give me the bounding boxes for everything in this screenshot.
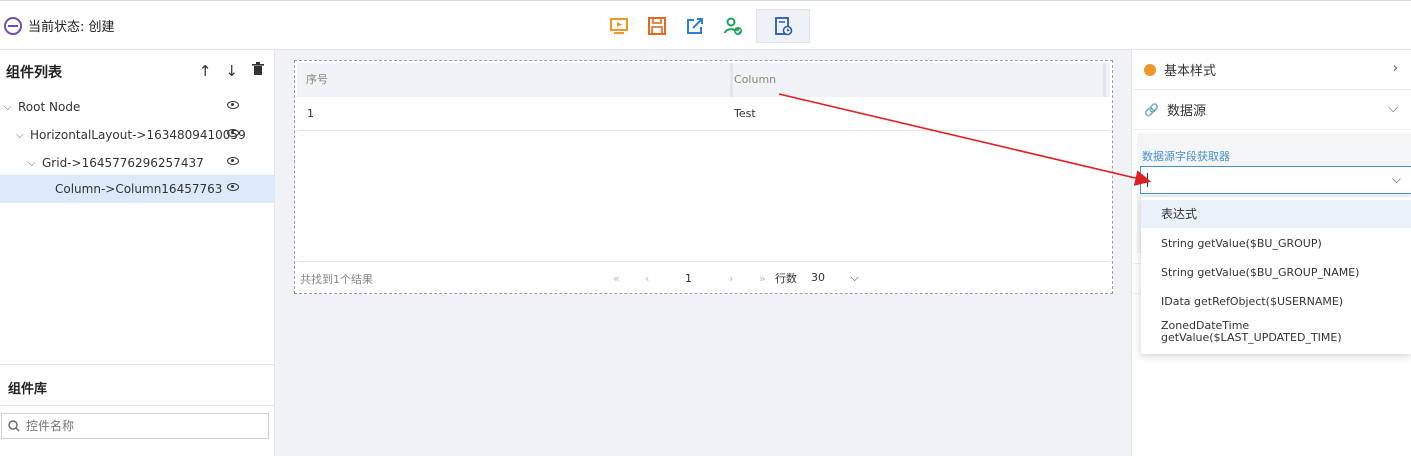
caret-down-icon[interactable]: ⌵ [28, 158, 38, 169]
tree-node-column[interactable]: Column->Column16457763055€ [0, 175, 275, 203]
palette-icon [1144, 63, 1156, 76]
component-list-title: 组件列表 [6, 65, 62, 81]
rows-value: 30 [811, 271, 825, 284]
floppy-disk-icon [648, 17, 666, 35]
section-label: 数据源 [1166, 104, 1206, 119]
visibility-eye-icon[interactable] [227, 101, 239, 109]
prev-page-icon[interactable]: ‹ [645, 272, 685, 285]
caret-down-icon[interactable]: ⌵ [16, 130, 26, 141]
publish-button[interactable] [714, 9, 752, 43]
export-button[interactable] [676, 9, 714, 43]
column-header-column[interactable]: Column [734, 63, 776, 97]
page-number[interactable]: 1 [685, 272, 729, 285]
divider [0, 405, 275, 406]
dropdown-option[interactable]: 表达式 [1141, 200, 1411, 228]
column-divider [1103, 63, 1106, 97]
chevron-right-icon: › [1392, 61, 1398, 76]
history-button[interactable] [756, 9, 810, 43]
field-getter-select[interactable]: ⌵ [1140, 166, 1411, 194]
first-page-icon[interactable]: « [613, 272, 645, 285]
tree-node-label: Root Node [18, 100, 81, 114]
rows-label: 行数 [775, 272, 797, 285]
grid-component[interactable]: 序号 Column 1 Test 共找到1个结果 « ‹ 1 › » 行数 30… [294, 60, 1113, 294]
component-search-box[interactable] [1, 413, 269, 439]
dropdown-option[interactable]: ZonedDateTime getValue($LAST_UPDATED_TIM… [1141, 320, 1411, 350]
field-getter-dropdown: 表达式 String getValue($BU_GROUP) String ge… [1141, 197, 1411, 354]
tree-actions: ↑ ↓ [199, 62, 264, 80]
delete-icon[interactable] [252, 62, 264, 76]
dropdown-option[interactable]: String getValue($BU_GROUP) [1141, 230, 1411, 258]
next-page-icon[interactable]: › [729, 272, 759, 285]
search-icon [8, 420, 20, 432]
rows-per-page-select[interactable]: 30 ⌵ [811, 271, 859, 285]
link-icon: 🔗 [1144, 102, 1159, 117]
column-divider [730, 63, 733, 97]
grid-header: 序号 Column [297, 63, 1110, 97]
top-bar: 当前状态: 创建 [0, 0, 1411, 50]
section-data-source[interactable]: 🔗 数据源 ⌵ [1132, 90, 1411, 130]
document-clock-icon [775, 17, 793, 36]
status-indicator: 当前状态: 创建 [4, 16, 115, 35]
tree-node-label: Grid->1645776296257437 [42, 156, 204, 170]
status-label: 当前状态: 创建 [28, 20, 115, 35]
preview-button[interactable] [600, 9, 638, 43]
play-monitor-icon [610, 18, 628, 34]
pagination: « ‹ 1 › » 行数 30 ⌵ [613, 270, 859, 286]
dropdown-option[interactable]: String getValue($BU_GROUP_NAME) [1141, 259, 1411, 287]
tree-node-grid[interactable]: ⌵ Grid->1645776296257437 [0, 149, 275, 177]
tree-node-horizontal-layout[interactable]: ⌵ HorizontalLayout->1634809410059 [0, 121, 275, 149]
share-export-icon [687, 18, 703, 34]
tree-node-label: HorizontalLayout->1634809410059 [30, 128, 246, 142]
text-cursor [1147, 173, 1148, 187]
divider [0, 364, 275, 365]
save-button[interactable] [638, 9, 676, 43]
visibility-eye-icon[interactable] [227, 157, 239, 165]
chevron-down-icon: ⌵ [850, 271, 859, 284]
component-list-panel: 组件列表 ↑ ↓ ⌵ Root Node ⌵ HorizontalLayout-… [0, 50, 275, 456]
grid-footer: 共找到1个结果 « ‹ 1 › » 行数 30 ⌵ [297, 261, 1110, 292]
dropdown-option[interactable]: IData getRefObject($USERNAME) [1141, 288, 1411, 316]
move-up-icon[interactable]: ↑ [199, 62, 212, 80]
field-getter-label: 数据源字段获取器 [1142, 150, 1230, 163]
component-library-title: 组件库 [8, 382, 48, 397]
tree-node-label: Column->Column16457763055€ [55, 182, 223, 196]
table-cell: Test [734, 107, 756, 120]
column-header-index[interactable]: 序号 [306, 63, 328, 97]
component-search-input[interactable] [24, 418, 258, 434]
move-down-icon[interactable]: ↓ [225, 62, 238, 80]
toolbar [600, 9, 810, 43]
result-count: 共找到1个结果 [300, 273, 373, 286]
chevron-down-icon[interactable]: ⌵ [1392, 172, 1401, 187]
table-row[interactable]: 1 Test [297, 97, 1110, 131]
last-page-icon[interactable]: » [759, 272, 775, 285]
caret-down-icon[interactable]: ⌵ [4, 102, 14, 113]
tree-node-root[interactable]: ⌵ Root Node [0, 93, 275, 121]
section-label: 基本样式 [1164, 64, 1217, 79]
visibility-eye-icon[interactable] [227, 183, 239, 191]
visibility-eye-icon[interactable] [227, 129, 239, 137]
chevron-down-icon: ⌵ [1388, 101, 1398, 116]
section-basic-style[interactable]: 基本样式 › [1132, 50, 1411, 90]
user-check-icon [724, 17, 742, 35]
status-logo-icon [4, 16, 22, 35]
table-cell: 1 [307, 107, 314, 120]
